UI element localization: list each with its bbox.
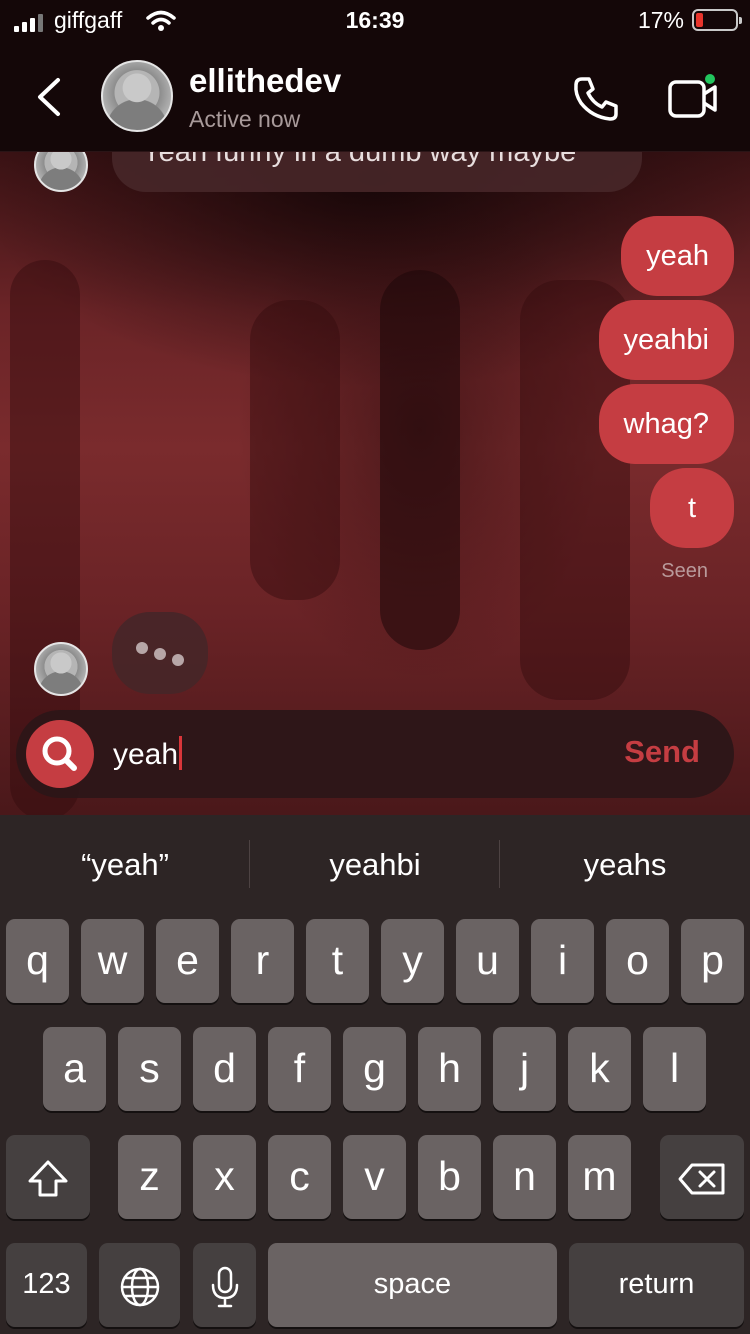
- key-x[interactable]: x: [193, 1135, 256, 1219]
- message-text: whag?: [623, 408, 709, 440]
- key-n[interactable]: n: [493, 1135, 556, 1219]
- avatar[interactable]: [101, 60, 173, 132]
- key-l[interactable]: l: [643, 1027, 706, 1111]
- key-e[interactable]: e: [156, 919, 219, 1003]
- message-text: yeahbi: [623, 324, 709, 356]
- key-r[interactable]: r: [231, 919, 294, 1003]
- key-s[interactable]: s: [118, 1027, 181, 1111]
- message-text: Yeah funny in a dumb way maybe: [142, 152, 577, 168]
- key-p[interactable]: p: [681, 919, 744, 1003]
- message-text: yeah: [646, 240, 709, 272]
- return-key[interactable]: return: [569, 1243, 744, 1327]
- back-icon[interactable]: [30, 72, 70, 122]
- message-text: t: [687, 492, 697, 524]
- key-m[interactable]: m: [568, 1135, 631, 1219]
- key-z[interactable]: z: [118, 1135, 181, 1219]
- chat-header: ellithedev Active now: [0, 42, 750, 152]
- battery-percent: 17%: [637, 7, 684, 33]
- key-d[interactable]: d: [193, 1027, 256, 1111]
- sender-avatar: [34, 642, 88, 696]
- key-f[interactable]: f: [268, 1027, 331, 1111]
- video-call-button[interactable]: [667, 72, 721, 122]
- key-j[interactable]: j: [493, 1027, 556, 1111]
- message-input-value: yeah: [113, 738, 179, 771]
- key-g[interactable]: g: [343, 1027, 406, 1111]
- key-u[interactable]: u: [456, 919, 519, 1003]
- microphone-icon: [211, 1266, 238, 1308]
- message-composer: yeah Send: [16, 710, 734, 798]
- presence-status: Active now: [189, 106, 301, 132]
- key-b[interactable]: b: [418, 1135, 481, 1219]
- key-v[interactable]: v: [343, 1135, 406, 1219]
- key-i[interactable]: i: [531, 919, 594, 1003]
- battery-icon: [692, 9, 742, 31]
- delete-key[interactable]: [660, 1135, 744, 1219]
- space-key[interactable]: space: [268, 1243, 557, 1327]
- backspace-icon: [678, 1163, 725, 1195]
- search-icon: [42, 736, 77, 771]
- typing-indicator: [112, 612, 208, 694]
- globe-key[interactable]: [99, 1243, 180, 1327]
- text-caret: [179, 736, 183, 770]
- key-k[interactable]: k: [568, 1027, 631, 1111]
- key-q[interactable]: q: [6, 919, 69, 1003]
- send-button[interactable]: Send: [624, 734, 700, 770]
- key-c[interactable]: c: [268, 1135, 331, 1219]
- key-w[interactable]: w: [81, 919, 144, 1003]
- incoming-message-row: Yeah funny in a dumb way maybe: [0, 152, 750, 202]
- key-a[interactable]: a: [43, 1027, 106, 1111]
- message-bubble-outgoing[interactable]: yeah: [621, 216, 734, 296]
- message-bubble-outgoing[interactable]: t: [650, 468, 734, 548]
- shift-key[interactable]: [6, 1135, 90, 1219]
- search-button[interactable]: [26, 720, 94, 788]
- message-input[interactable]: yeah: [113, 736, 183, 772]
- key-t[interactable]: t: [306, 919, 369, 1003]
- phone-icon[interactable]: [572, 74, 620, 122]
- status-bar: giffgaff 16:39 17%: [0, 0, 750, 42]
- keyboard: “yeah” yeahbi yeahs q w e r t y u i o p …: [0, 815, 750, 1334]
- message-bubble-incoming[interactable]: Yeah funny in a dumb way maybe: [112, 152, 642, 192]
- key-o[interactable]: o: [606, 919, 669, 1003]
- dictation-key[interactable]: [193, 1243, 256, 1327]
- globe-icon: [120, 1267, 159, 1307]
- seen-receipt: Seen: [661, 560, 708, 582]
- key-y[interactable]: y: [381, 919, 444, 1003]
- message-bubble-outgoing[interactable]: whag?: [598, 384, 734, 464]
- suggestion-3[interactable]: yeahs: [500, 815, 750, 915]
- key-h[interactable]: h: [418, 1027, 481, 1111]
- online-indicator: [703, 72, 717, 86]
- shift-icon: [28, 1160, 68, 1197]
- contact-name[interactable]: ellithedev: [189, 62, 341, 100]
- numbers-key[interactable]: 123: [6, 1243, 87, 1327]
- suggestion-1[interactable]: “yeah”: [0, 815, 250, 915]
- sender-avatar: [34, 152, 88, 192]
- message-bubble-outgoing[interactable]: yeahbi: [598, 300, 734, 380]
- suggestion-2[interactable]: yeahbi: [250, 815, 500, 915]
